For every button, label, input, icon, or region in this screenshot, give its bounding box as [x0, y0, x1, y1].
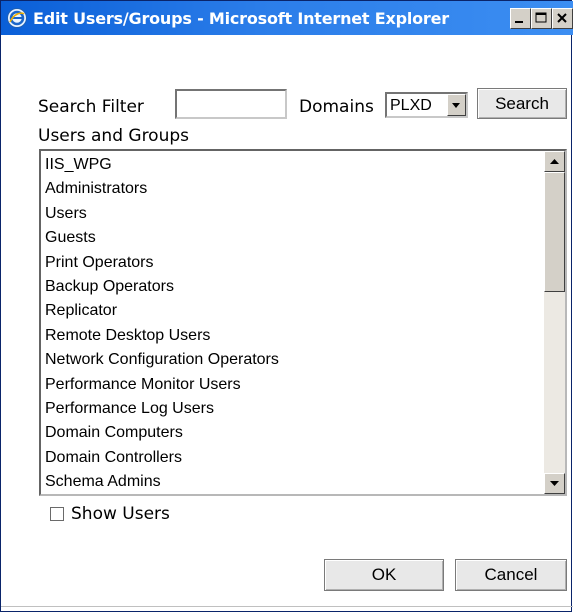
window-bottom-edge: [1, 606, 573, 607]
list-item[interactable]: Users: [45, 202, 541, 226]
search-filter-label: Search Filter: [38, 97, 144, 117]
list-item[interactable]: Schema Admins: [45, 470, 541, 494]
users-groups-label: Users and Groups: [38, 126, 190, 146]
maximize-icon: [535, 12, 547, 23]
users-groups-listbox[interactable]: IIS_WPG Administrators Users Guests Print Op…: [39, 149, 567, 496]
ok-button[interactable]: OK: [324, 559, 444, 591]
vertical-scrollbar[interactable]: [544, 151, 565, 494]
list-item[interactable]: Print Operators: [45, 251, 541, 275]
domains-select[interactable]: PLXD: [385, 92, 468, 118]
list-item[interactable]: Administrators: [45, 177, 541, 201]
close-icon: [557, 13, 567, 23]
scroll-up-button[interactable]: [544, 151, 565, 172]
list-item[interactable]: Performance Log Users: [45, 397, 541, 421]
list-item[interactable]: Domain Computers: [45, 421, 541, 445]
list-item[interactable]: Remote Desktop Users: [45, 324, 541, 348]
dialog-window: Edit Users/Groups - Microsoft Internet E…: [0, 0, 573, 612]
scroll-down-button[interactable]: [544, 473, 565, 494]
list-item[interactable]: IIS_WPG: [45, 153, 541, 177]
search-filter-input[interactable]: [175, 89, 287, 119]
list-item[interactable]: Replicator: [45, 299, 541, 323]
list-item[interactable]: Performance Monitor Users: [45, 373, 541, 397]
window-title: Edit Users/Groups - Microsoft Internet E…: [33, 9, 449, 28]
list-item[interactable]: Domain Controllers: [45, 446, 541, 470]
arrow-down-icon: [550, 481, 559, 486]
domains-label: Domains: [299, 97, 374, 117]
chevron-down-icon[interactable]: [447, 94, 466, 116]
minimize-button[interactable]: [510, 8, 531, 29]
cancel-button[interactable]: Cancel: [455, 559, 567, 591]
close-button[interactable]: [552, 8, 573, 29]
list-item[interactable]: Backup Operators: [45, 275, 541, 299]
minimize-icon: [515, 21, 523, 23]
maximize-button[interactable]: [531, 8, 552, 29]
title-bar[interactable]: Edit Users/Groups - Microsoft Internet E…: [1, 1, 573, 35]
arrow-up-icon: [550, 159, 559, 164]
list-item[interactable]: Network Configuration Operators: [45, 348, 541, 372]
scroll-thumb[interactable]: [544, 172, 565, 292]
ie-icon: [7, 8, 27, 28]
list-item[interactable]: Guests: [45, 226, 541, 250]
domains-select-value: PLXD: [390, 97, 432, 114]
show-users-checkbox[interactable]: [50, 507, 64, 521]
show-users-label: Show Users: [71, 504, 170, 524]
users-groups-list: IIS_WPG Administrators Users Guests Print Op…: [45, 153, 541, 494]
search-button[interactable]: Search: [477, 88, 567, 119]
